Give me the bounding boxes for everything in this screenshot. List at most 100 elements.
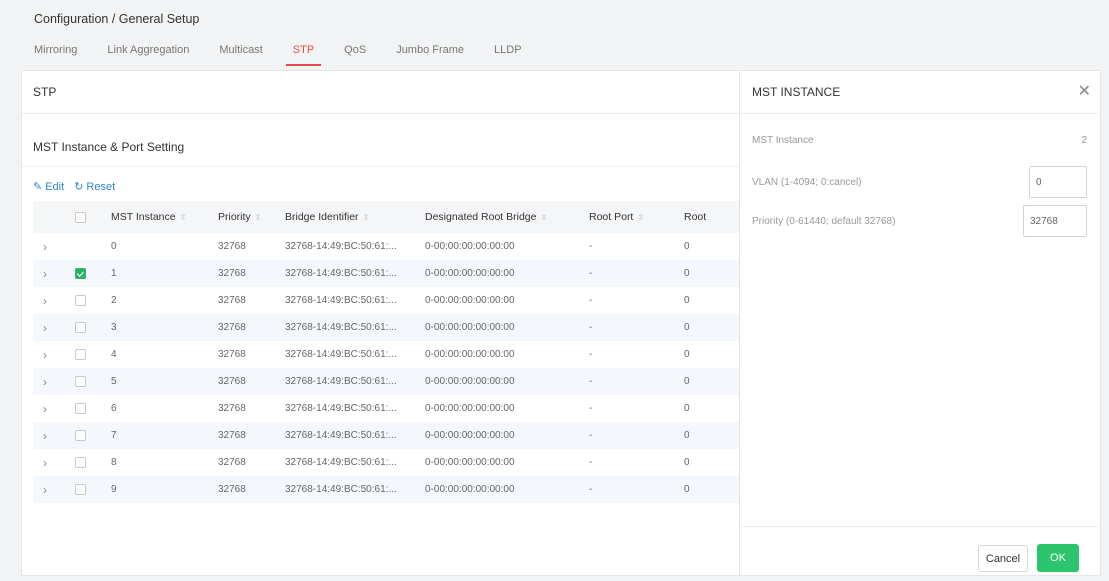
bridge-id-cell: 32768-14:49:BC:50:61:... (285, 349, 397, 360)
root-port-cell: - (589, 430, 593, 441)
select-all-cell (58, 211, 103, 223)
chevron-right-icon[interactable]: › (33, 321, 58, 335)
table-row[interactable]: › 9 32768 32768-14:49:BC:50:61:... 0-00:00:0… (33, 476, 739, 503)
row-select-cell (58, 403, 103, 414)
mst-instance-field: MST Instance 2 (752, 135, 1087, 146)
priority-cell: 32768 (218, 457, 246, 468)
chevron-right-icon[interactable]: › (33, 483, 58, 497)
pencil-icon: ✎ (33, 181, 43, 193)
tab-multicast[interactable]: Multicast (219, 44, 262, 66)
vlan-input[interactable]: 0 (1029, 166, 1087, 198)
row-checkbox[interactable] (75, 457, 86, 468)
tab-stp[interactable]: STP (285, 44, 322, 66)
mst-cell: 7 (111, 430, 117, 441)
row-checkbox[interactable] (75, 430, 86, 441)
mst-cell: 5 (111, 376, 117, 387)
table-row[interactable]: › 6 32768 32768-14:49:BC:50:61:... 0-00:00:0… (33, 395, 739, 422)
row-select-cell (58, 457, 103, 468)
bridge-id-cell: 32768-14:49:BC:50:61:... (285, 430, 397, 441)
root-port-cell: - (589, 484, 593, 495)
root-port-cell: - (589, 322, 593, 333)
edit-button[interactable]: ✎ Edit (33, 180, 64, 194)
table-row[interactable]: › 2 32768 32768-14:49:BC:50:61:... 0-00:00:0… (33, 287, 739, 314)
root-port-cell: - (589, 457, 593, 468)
designated-root-cell: 0-00:00:00:00:00:00 (425, 349, 515, 360)
chevron-right-icon[interactable]: › (33, 267, 58, 281)
row-select-cell (58, 376, 103, 387)
chevron-right-icon[interactable]: › (33, 402, 58, 416)
row-select-cell (58, 484, 103, 495)
sort-icon: ⇳ (254, 213, 262, 222)
vlan-label: VLAN (1-4094; 0:cancel) (752, 176, 862, 188)
sort-icon: ⇳ (362, 213, 370, 222)
priority-input[interactable]: 32768 (1023, 205, 1087, 237)
chevron-right-icon[interactable]: › (33, 456, 58, 470)
row-checkbox[interactable] (75, 295, 86, 306)
row-checkbox[interactable] (75, 484, 86, 495)
divider (22, 166, 739, 167)
tab-lldp[interactable]: LLDP (494, 44, 522, 66)
root-cost-cell: 0 (684, 241, 690, 252)
table-row[interactable]: › 8 32768 32768-14:49:BC:50:61:... 0-00:00:0… (33, 449, 739, 476)
designated-root-cell: 0-00:00:00:00:00:00 (425, 322, 515, 333)
tab-qos[interactable]: QoS (344, 44, 366, 66)
table-row[interactable]: › 5 32768 32768-14:49:BC:50:61:... 0-00:00:0… (33, 368, 739, 395)
row-checkbox[interactable] (75, 268, 86, 279)
root-cost-cell: 0 (684, 295, 690, 306)
designated-root-cell: 0-00:00:00:00:00:00 (425, 403, 515, 414)
table-row[interactable]: › 0 32768 32768-14:49:BC:50:61:... 0-00:00:0… (33, 233, 739, 260)
table-body: › 0 32768 32768-14:49:BC:50:61:... 0-00:00:0… (33, 233, 739, 503)
chevron-right-icon[interactable]: › (33, 348, 58, 362)
drawer-footer: Cancel OK (739, 526, 1101, 577)
bridge-id-cell: 32768-14:49:BC:50:61:... (285, 295, 397, 306)
row-checkbox[interactable] (75, 349, 86, 360)
priority-cell: 32768 (218, 349, 246, 360)
table-row[interactable]: › 3 32768 32768-14:49:BC:50:61:... 0-00:00:0… (33, 314, 739, 341)
cancel-button[interactable]: Cancel (978, 545, 1028, 572)
chevron-right-icon[interactable]: › (33, 294, 58, 308)
ok-button[interactable]: OK (1037, 544, 1079, 572)
bridge-id-cell: 32768-14:49:BC:50:61:... (285, 457, 397, 468)
row-checkbox[interactable] (75, 403, 86, 414)
mst-cell: 9 (111, 484, 117, 495)
bridge-id-cell: 32768-14:49:BC:50:61:... (285, 376, 397, 387)
table-header: MST Instance ⇳ Priority ⇳ Bridge Identifie… (33, 201, 739, 233)
priority-cell: 32768 (218, 268, 246, 279)
priority-cell: 32768 (218, 295, 246, 306)
column-header[interactable]: MST Instance ⇳ (103, 211, 218, 223)
designated-root-cell: 0-00:00:00:00:00:00 (425, 295, 515, 306)
column-header[interactable]: Root Port ⇳ (589, 211, 684, 223)
row-select-cell (58, 295, 103, 306)
column-header[interactable]: Priority ⇳ (218, 211, 285, 223)
table-row[interactable]: › 1 32768 32768-14:49:BC:50:61:... 0-00:00:0… (33, 260, 739, 287)
column-header[interactable]: Root (684, 211, 739, 223)
chevron-right-icon[interactable]: › (33, 240, 58, 254)
column-header[interactable]: Designated Root Bridge ⇳ (425, 211, 589, 223)
mst-instance-label: MST Instance (752, 135, 814, 146)
designated-root-cell: 0-00:00:00:00:00:00 (425, 430, 515, 441)
tab-mirroring[interactable]: Mirroring (34, 44, 77, 66)
root-port-cell: - (589, 403, 593, 414)
row-checkbox[interactable] (75, 322, 86, 333)
column-header[interactable]: Bridge Identifier ⇳ (285, 211, 425, 223)
tab-link-aggregation[interactable]: Link Aggregation (107, 44, 189, 66)
table-row[interactable]: › 4 32768 32768-14:49:BC:50:61:... 0-00:00:0… (33, 341, 739, 368)
designated-root-cell: 0-00:00:00:00:00:00 (425, 376, 515, 387)
row-checkbox[interactable] (75, 376, 86, 387)
mst-cell: 4 (111, 349, 117, 360)
select-all-checkbox[interactable] (75, 211, 86, 223)
bridge-id-cell: 32768-14:49:BC:50:61:... (285, 484, 397, 495)
mst-cell: 6 (111, 403, 117, 414)
designated-root-cell: 0-00:00:00:00:00:00 (425, 241, 515, 252)
tab-jumbo-frame[interactable]: Jumbo Frame (396, 44, 464, 66)
mst-instance-value: 2 (1081, 135, 1087, 146)
chevron-right-icon[interactable]: › (33, 429, 58, 443)
mst-instance-drawer: MST INSTANCE ✕ MST Instance 2 VLAN (1-40… (739, 71, 1101, 577)
close-icon[interactable]: ✕ (1078, 71, 1091, 113)
priority-cell: 32768 (218, 241, 246, 252)
chevron-right-icon[interactable]: › (33, 375, 58, 389)
table-row[interactable]: › 7 32768 32768-14:49:BC:50:61:... 0-00:00:0… (33, 422, 739, 449)
root-cost-cell: 0 (684, 376, 690, 387)
reset-button[interactable]: ↻ Reset (74, 180, 115, 194)
root-cost-cell: 0 (684, 322, 690, 333)
